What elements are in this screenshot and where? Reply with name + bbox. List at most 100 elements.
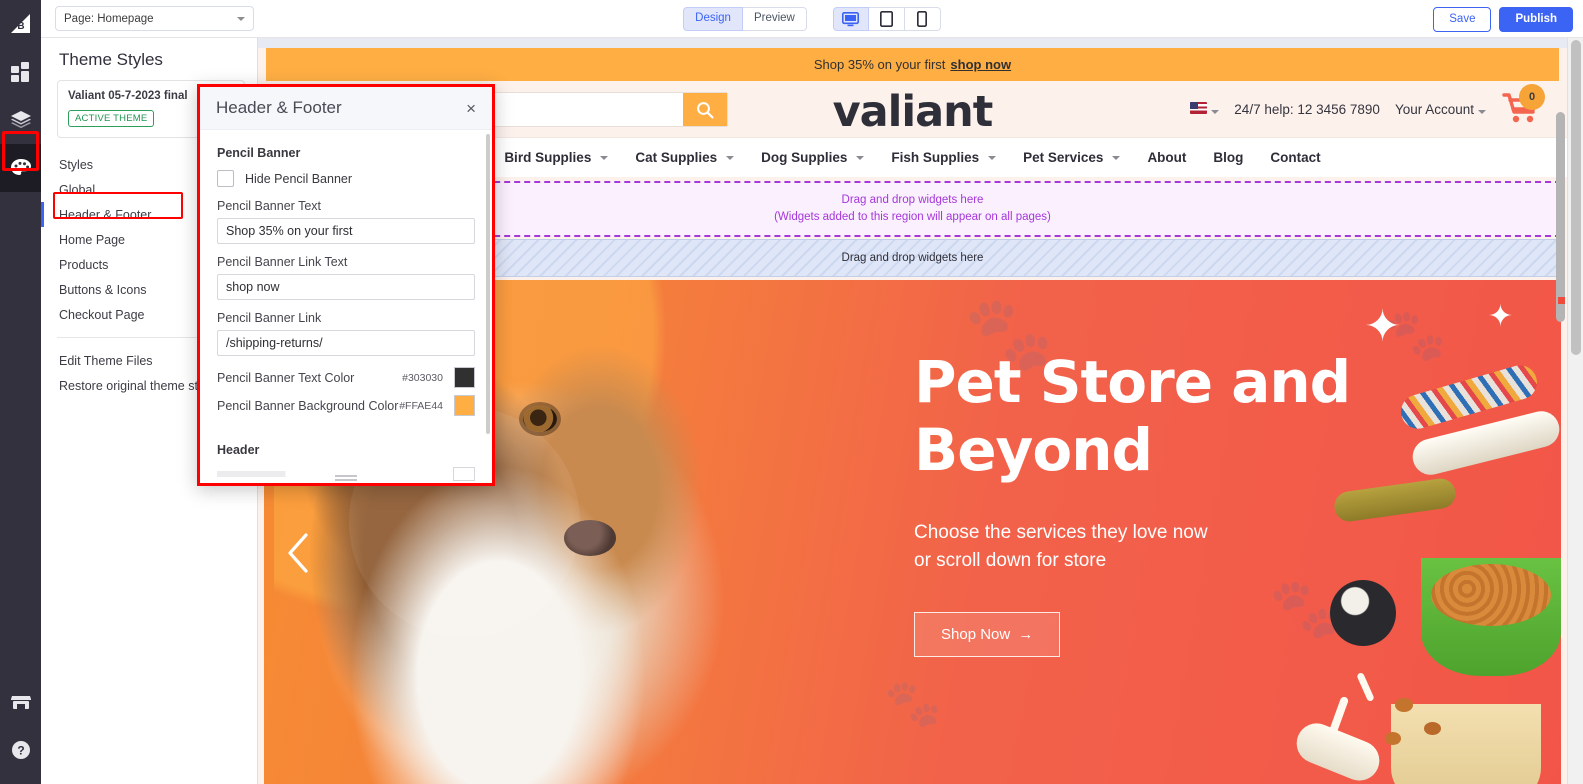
tab-preview[interactable]: Preview xyxy=(742,7,807,31)
nav-dog-supplies[interactable]: Dog Supplies xyxy=(761,150,865,165)
chevron-down-icon xyxy=(1211,109,1220,114)
tablet-icon xyxy=(879,11,893,27)
header-footer-settings-modal: Header & Footer × Pencil Banner Hide Pen… xyxy=(197,84,495,486)
device-desktop-button[interactable] xyxy=(832,7,869,31)
brown-bone-treat xyxy=(1332,476,1458,524)
preview-inner-scrollbar[interactable] xyxy=(1555,86,1566,356)
nav-label: Bird Supplies xyxy=(504,150,592,165)
pencil-banner-text: Shop 35% on your first xyxy=(813,57,946,72)
nav-label: Fish Supplies xyxy=(891,150,980,165)
pencil-banner-link[interactable]: shop now xyxy=(950,57,1011,72)
tab-design[interactable]: Design xyxy=(683,7,743,31)
storefront-icon[interactable] xyxy=(0,678,41,726)
hide-pencil-banner-label: Hide Pencil Banner xyxy=(245,171,353,186)
pencil-banner-link-label: Pencil Banner Link xyxy=(217,311,322,325)
nav-cat-supplies[interactable]: Cat Supplies xyxy=(635,150,735,165)
search-icon xyxy=(697,101,714,118)
sidebar-item-label: Buttons & Icons xyxy=(59,282,147,297)
scroll-position-marker xyxy=(1558,297,1565,304)
hero-content: Pet Store and Beyond Choose the services… xyxy=(914,348,1351,657)
paw-decoration: 🐾 xyxy=(884,677,942,729)
sidebar-item-label: Global xyxy=(59,182,96,197)
modal-scrollbar-thumb[interactable] xyxy=(486,134,490,434)
scrollbar-thumb[interactable] xyxy=(1571,40,1581,355)
bigcommerce-logo-icon[interactable]: B xyxy=(0,0,41,48)
soccer-ball-toy xyxy=(1330,580,1396,646)
brand-logo[interactable]: valiant xyxy=(833,87,994,137)
search-button[interactable] xyxy=(683,93,727,126)
pencil-banner-text-color-hex: #303030 xyxy=(402,371,443,384)
nav-fish-supplies[interactable]: Fish Supplies xyxy=(891,150,997,165)
publish-button[interactable]: Publish xyxy=(1499,6,1573,32)
nav-contact[interactable]: Contact xyxy=(1270,150,1320,165)
mode-toggle: Design Preview xyxy=(683,7,807,31)
close-icon[interactable]: × xyxy=(462,98,480,119)
nav-about[interactable]: About xyxy=(1147,150,1186,165)
pencil-banner-link-text-input[interactable] xyxy=(217,274,475,300)
pencil-banner-text-color-swatch[interactable] xyxy=(454,367,475,388)
nav-blog[interactable]: Blog xyxy=(1213,150,1243,165)
scrollbar-thumb[interactable] xyxy=(1556,112,1565,322)
pencil-banner-link-text-label: Pencil Banner Link Text xyxy=(217,255,348,269)
kibble-piece xyxy=(1424,722,1441,735)
dropzone-line1: Drag and drop widgets here xyxy=(841,193,984,206)
section-title-header: Header xyxy=(217,443,260,457)
pencil-banner-background-color-row: Pencil Banner Background Color #FFAE44 xyxy=(217,395,475,416)
topbar-actions: Save Publish xyxy=(1433,0,1573,38)
hero-sub-line2: or scroll down for store xyxy=(914,550,1107,572)
widgets-grid-icon[interactable] xyxy=(0,48,41,96)
nav-label: Pet Services xyxy=(1023,150,1104,165)
sidebar-item-label: Home Page xyxy=(59,232,126,247)
modal-resize-handle[interactable] xyxy=(335,475,357,481)
hero-sub-line1: Choose the services they love now xyxy=(914,521,1208,543)
page-select[interactable]: Page: Homepage xyxy=(55,6,254,31)
save-button[interactable]: Save xyxy=(1433,6,1492,32)
center-toolbar-group: Design Preview xyxy=(41,0,1583,38)
us-flag-icon xyxy=(1190,101,1208,114)
hide-pencil-banner-checkbox[interactable] xyxy=(217,170,234,187)
account-menu[interactable]: Your Account xyxy=(1395,102,1486,117)
page-select-value: Page: Homepage xyxy=(64,12,154,25)
hero-heading-line1: Pet Store and xyxy=(914,348,1351,416)
cart-button[interactable]: 0 xyxy=(1501,84,1545,128)
pencil-banner-background-color-label: Pencil Banner Background Color xyxy=(217,398,399,413)
hero-subtext: Choose the services they love now or scr… xyxy=(914,519,1350,576)
header-utilities: 24/7 help: 12 3456 7890 Your Account 0 xyxy=(1190,81,1545,137)
device-mobile-button[interactable] xyxy=(904,7,941,31)
help-question-icon[interactable]: ? xyxy=(0,726,41,774)
sparkle-decoration: ✦ xyxy=(1487,300,1513,333)
page-title: Theme Styles xyxy=(59,50,163,69)
left-icon-rail: B ? xyxy=(0,0,41,784)
pencil-banner-text-color-row: Pencil Banner Text Color #303030 xyxy=(217,367,475,388)
nav-label: Cat Supplies xyxy=(635,150,718,165)
hide-pencil-banner-row[interactable]: Hide Pencil Banner xyxy=(217,170,475,187)
modal-body: Pencil Banner Hide Pencil Banner Pencil … xyxy=(200,130,492,483)
chevron-down-icon xyxy=(237,16,245,21)
shop-now-button[interactable]: Shop Now → xyxy=(914,611,1061,657)
chevron-down-icon xyxy=(856,155,865,160)
nav-label: Contact xyxy=(1270,150,1321,165)
stick-decoration xyxy=(1356,671,1375,703)
device-tablet-button[interactable] xyxy=(868,7,905,31)
app-root: B ? Page: Homepage Design Preview Save P… xyxy=(0,0,1583,784)
app-scrollbar[interactable] xyxy=(1567,38,1583,784)
dog-eye-detail xyxy=(523,406,557,432)
nav-pet-services[interactable]: Pet Services xyxy=(1023,150,1121,165)
nav-bird-supplies[interactable]: Bird Supplies xyxy=(504,150,609,165)
desktop-icon xyxy=(842,11,860,26)
pencil-banner-link-input[interactable] xyxy=(217,330,475,356)
pencil-banner-text-input[interactable] xyxy=(217,218,475,244)
carousel-prev-arrow[interactable] xyxy=(286,532,312,574)
account-label: Your Account xyxy=(1394,101,1474,117)
layers-icon[interactable] xyxy=(0,96,41,144)
chevron-down-icon xyxy=(600,155,609,160)
chevron-down-icon xyxy=(726,155,735,160)
kibble-piece xyxy=(1385,732,1401,745)
top-toolbar: Page: Homepage Design Preview Save Publi… xyxy=(41,0,1583,38)
green-bowl-kibble xyxy=(1431,564,1551,626)
pencil-banner-background-color-swatch[interactable] xyxy=(454,395,475,416)
chevron-down-icon xyxy=(1478,109,1486,114)
theme-styles-palette-icon[interactable] xyxy=(0,144,41,192)
locale-selector[interactable] xyxy=(1190,101,1220,117)
hero-heading: Pet Store and Beyond xyxy=(914,348,1351,485)
